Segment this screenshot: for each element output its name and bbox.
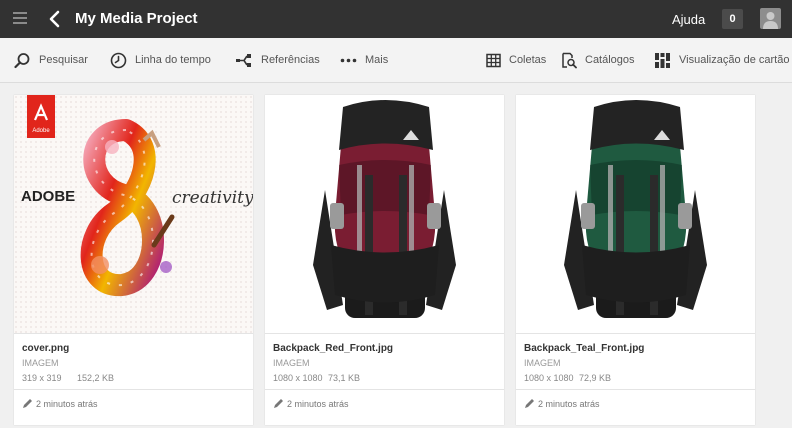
more-label: Mais bbox=[365, 54, 389, 66]
asset-type: IMAGEM bbox=[22, 358, 59, 368]
asset-modified-time: 2 minutos atrás bbox=[36, 399, 98, 409]
asset-filename: cover.png bbox=[22, 343, 70, 354]
asset-filename: Backpack_Red_Front.jpg bbox=[273, 343, 394, 354]
asset-footer: 2 minutos atrás bbox=[14, 389, 253, 425]
catalog-search-icon bbox=[562, 52, 577, 68]
pencil-icon bbox=[23, 399, 32, 408]
search-button[interactable]: Pesquisar bbox=[14, 50, 88, 70]
more-button[interactable]: Mais bbox=[340, 50, 388, 70]
top-bar: My Media Project Ajuda 0 bbox=[0, 0, 792, 38]
asset-type: IMAGEM bbox=[273, 358, 310, 368]
more-dots-icon bbox=[340, 58, 357, 62]
adobe-wordmark: ADOBE bbox=[21, 188, 75, 205]
hamburger-menu-icon[interactable] bbox=[13, 12, 27, 24]
collections-label: Coletas bbox=[509, 54, 547, 66]
collections-button[interactable]: Coletas bbox=[486, 50, 546, 70]
page-title: My Media Project bbox=[75, 10, 198, 27]
search-label: Pesquisar bbox=[39, 54, 88, 66]
asset-card-backpack-red[interactable]: Backpack_Red_Front.jpg IMAGEM 1080 x 108… bbox=[265, 95, 504, 425]
references-icon bbox=[236, 53, 251, 67]
catalogs-label: Catálogos bbox=[585, 54, 635, 66]
card-view-label: Visualização de cartão bbox=[679, 54, 790, 66]
creativity-script: creativity bbox=[172, 188, 253, 208]
asset-metadata: cover.png IMAGEM 319 x 319 152,2 KB bbox=[14, 333, 253, 389]
timeline-label: Linha do tempo bbox=[135, 54, 211, 66]
catalogs-button[interactable]: Catálogos bbox=[560, 50, 635, 70]
asset-thumbnail bbox=[516, 95, 755, 333]
asset-card-cover[interactable]: Adobe ADOBE creativity cover.png IMAGEM … bbox=[14, 95, 253, 425]
asset-footer: 2 minutos atrás bbox=[265, 389, 504, 425]
clock-icon bbox=[110, 52, 127, 68]
help-link[interactable]: Ajuda bbox=[672, 12, 705, 27]
notification-badge[interactable]: 0 bbox=[722, 9, 743, 29]
search-icon bbox=[14, 52, 30, 68]
timeline-button[interactable]: Linha do tempo bbox=[110, 50, 211, 70]
asset-thumbnail: Adobe ADOBE creativity bbox=[14, 95, 253, 333]
adobe-logo-text: Adobe bbox=[32, 128, 50, 134]
card-view-button[interactable]: Visualização de cartão bbox=[654, 50, 789, 70]
asset-footer: 2 minutos atrás bbox=[516, 389, 755, 425]
asset-modified-time: 2 minutos atrás bbox=[287, 399, 349, 409]
user-avatar[interactable] bbox=[760, 8, 781, 29]
collections-table-icon bbox=[486, 53, 501, 67]
card-view-grid-icon bbox=[655, 52, 670, 68]
action-toolbar: Pesquisar Linha do tempo Referências Mai… bbox=[0, 38, 792, 83]
asset-modified-time: 2 minutos atrás bbox=[538, 399, 600, 409]
asset-metadata: Backpack_Red_Front.jpg IMAGEM 1080 x 108… bbox=[265, 333, 504, 389]
asset-type: IMAGEM bbox=[524, 358, 561, 368]
asset-dimensions: 1080 x 1080 bbox=[524, 373, 574, 383]
back-arrow-icon[interactable] bbox=[44, 8, 66, 30]
asset-metadata: Backpack_Teal_Front.jpg IMAGEM 1080 x 10… bbox=[516, 333, 755, 389]
asset-filename: Backpack_Teal_Front.jpg bbox=[524, 343, 645, 354]
asset-filesize: 72,9 KB bbox=[579, 373, 612, 383]
references-button[interactable]: Referências bbox=[235, 50, 320, 70]
asset-filesize: 73,1 KB bbox=[328, 373, 361, 383]
asset-dimensions: 319 x 319 bbox=[22, 373, 62, 383]
asset-filesize: 152,2 KB bbox=[77, 373, 115, 383]
references-label: Referências bbox=[261, 54, 320, 66]
asset-dimensions: 1080 x 1080 bbox=[273, 373, 323, 383]
asset-card-backpack-teal[interactable]: Backpack_Teal_Front.jpg IMAGEM 1080 x 10… bbox=[516, 95, 755, 425]
asset-thumbnail bbox=[265, 95, 504, 333]
pencil-icon bbox=[525, 399, 534, 408]
pencil-icon bbox=[274, 399, 283, 408]
